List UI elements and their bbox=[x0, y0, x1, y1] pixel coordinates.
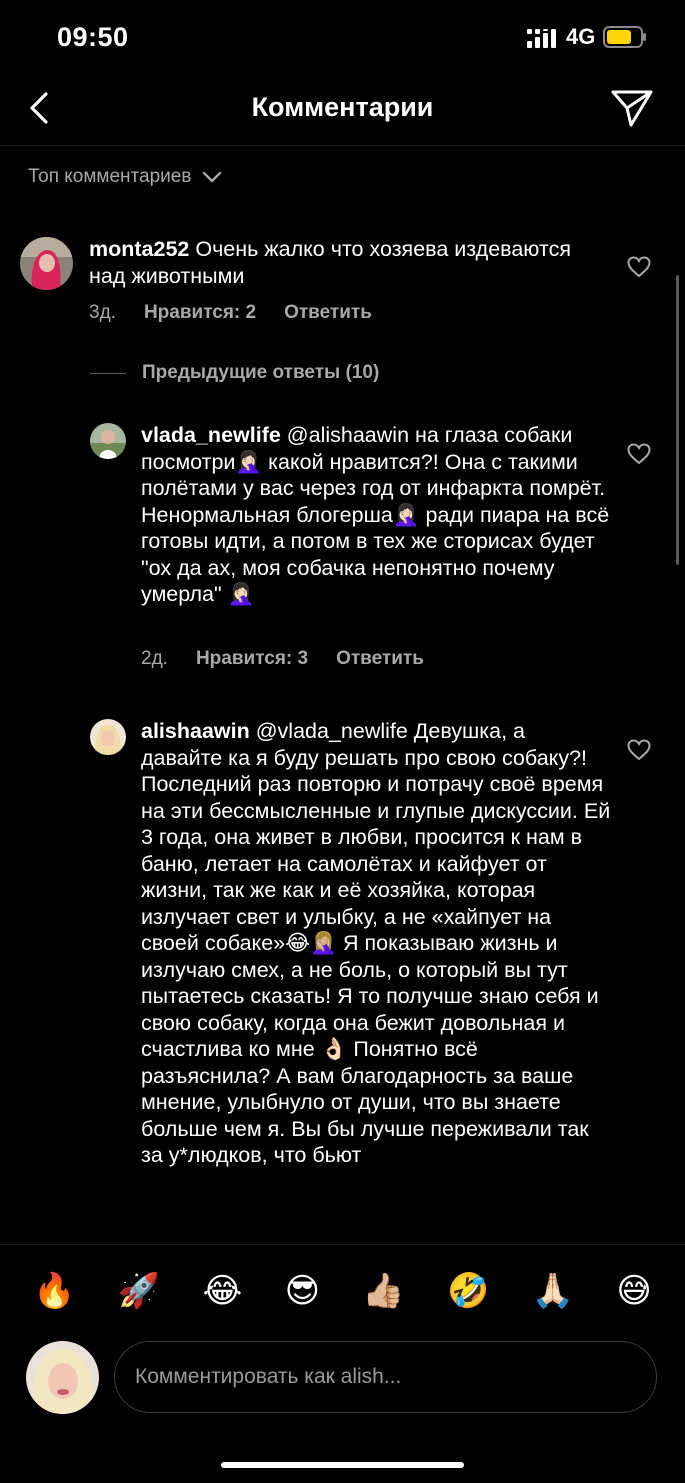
send-icon[interactable] bbox=[610, 88, 654, 128]
comment-age: 2д. bbox=[141, 648, 168, 669]
home-indicator[interactable] bbox=[221, 1462, 464, 1468]
sunglasses-emoji-button[interactable]: 😎 bbox=[285, 1274, 320, 1308]
avatar[interactable] bbox=[20, 237, 73, 290]
emoji-quick-bar: 🔥 🚀 😂 😎 👍🏼 🤣 🙏🏻 😅 bbox=[0, 1244, 685, 1336]
sort-label: Топ комментариев bbox=[28, 166, 192, 187]
rofl-emoji-button[interactable]: 🤣 bbox=[447, 1274, 489, 1308]
comment-body: @vlada_newlife Девушка, а давайте ка я б… bbox=[141, 719, 611, 1167]
reply-button[interactable]: Ответить bbox=[336, 648, 424, 670]
signal-icon bbox=[527, 29, 556, 48]
comment-meta: 2д. Нравится: 3 Ответить bbox=[141, 648, 424, 670]
comment-composer: Комментировать как alish... bbox=[0, 1336, 685, 1436]
current-user-avatar bbox=[26, 1341, 99, 1414]
previous-replies-label: Предыдущие ответы (10) bbox=[142, 362, 380, 383]
previous-replies-button[interactable]: Предыдущие ответы (10) bbox=[90, 362, 379, 384]
sweat-smile-emoji-button[interactable]: 😅 bbox=[616, 1274, 651, 1308]
comment-text: monta252 Очень жалко что хозяева издеваю… bbox=[89, 236, 609, 289]
header: Комментарии bbox=[0, 78, 685, 146]
comment-username[interactable]: alishaawin bbox=[141, 719, 250, 743]
reply-button[interactable]: Ответить bbox=[284, 302, 372, 324]
network-type: 4G bbox=[566, 24, 596, 49]
comment-username[interactable]: monta252 bbox=[89, 237, 189, 261]
sort-dropdown[interactable]: Топ комментариев bbox=[28, 166, 223, 188]
avatar[interactable] bbox=[90, 423, 126, 459]
comment-text: vlada_newlife @alishaawin на глаза собак… bbox=[141, 422, 611, 608]
comment-username[interactable]: vlada_newlife bbox=[141, 423, 281, 447]
rocket-emoji-button[interactable]: 🚀 bbox=[118, 1274, 160, 1308]
comment-input[interactable]: Комментировать как alish... bbox=[114, 1341, 657, 1413]
status-bar: 09:50 4G bbox=[0, 0, 685, 78]
chevron-down-icon bbox=[203, 171, 222, 183]
page-title: Комментарии bbox=[251, 92, 434, 122]
scrollbar[interactable] bbox=[676, 275, 679, 565]
battery-icon bbox=[603, 26, 646, 48]
comment-age: 3д. bbox=[89, 302, 116, 323]
status-time: 09:50 bbox=[57, 22, 129, 52]
comment-body: @alishaawin на глаза собаки посмотри🤦🏻‍♀… bbox=[141, 423, 610, 606]
tears-of-joy-emoji-button[interactable]: 😂 bbox=[203, 1274, 243, 1308]
comment-text: alishaawin @vlada_newlife Девушка, а дав… bbox=[141, 718, 611, 1244]
fire-emoji-button[interactable]: 🔥 bbox=[33, 1274, 75, 1308]
likes-count[interactable]: Нравится: 3 bbox=[196, 648, 308, 670]
comment-meta: 3д. Нравится: 2 Ответить bbox=[89, 302, 372, 324]
heart-icon[interactable] bbox=[627, 256, 651, 278]
pray-emoji-button[interactable]: 🙏🏻 bbox=[532, 1274, 574, 1308]
comment-input-placeholder: Комментировать как alish... bbox=[135, 1365, 402, 1388]
avatar[interactable] bbox=[90, 719, 126, 755]
likes-count[interactable]: Нравится: 2 bbox=[144, 302, 256, 324]
heart-icon[interactable] bbox=[627, 739, 651, 761]
divider bbox=[90, 372, 126, 374]
heart-icon[interactable] bbox=[627, 443, 651, 465]
thumbs-up-emoji-button[interactable]: 👍🏼 bbox=[362, 1274, 404, 1308]
